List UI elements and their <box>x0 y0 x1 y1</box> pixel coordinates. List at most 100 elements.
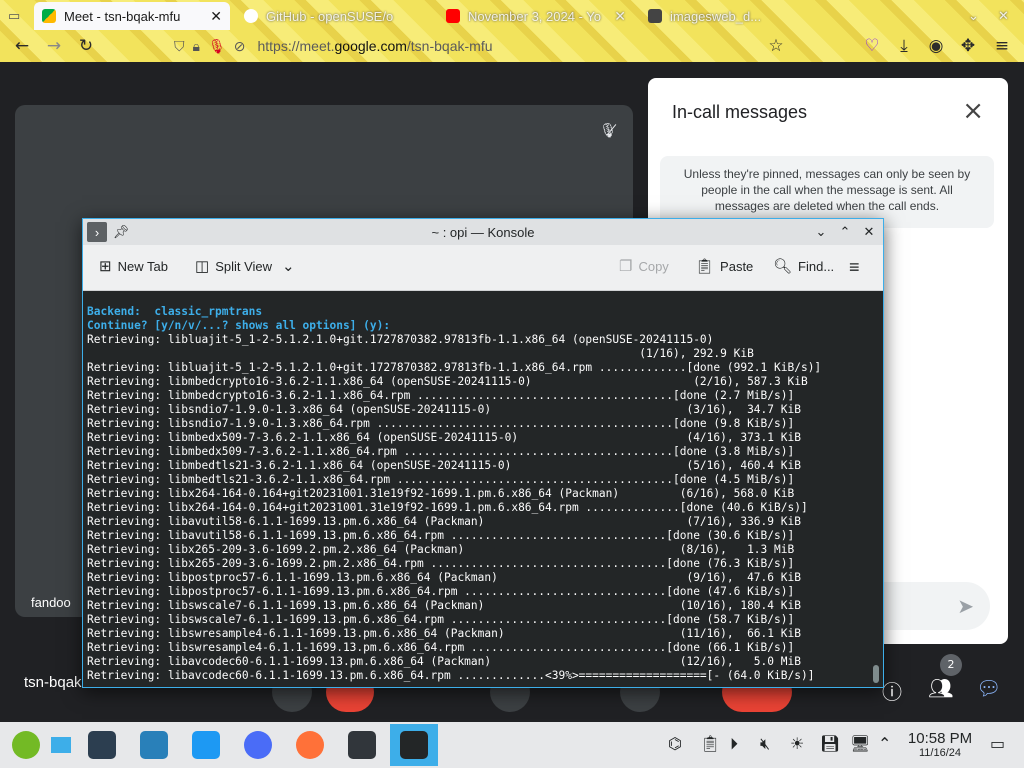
terminal-line: Retrieving: libsndio7-1.9.0-1.3.x86_64 (… <box>87 403 801 416</box>
tab-title: Meet - tsn-bqak-mfu <box>64 8 181 24</box>
volume-muted-icon[interactable]: 🔇︎ <box>760 734 770 754</box>
close-window-icon[interactable]: ✕ <box>859 222 879 242</box>
task-screenshot[interactable] <box>338 724 386 766</box>
konsole-titlebar[interactable]: › 📌︎ ~ : opi — Konsole ⌄ ⌃ ✕ <box>83 219 883 245</box>
account-icon[interactable]: ◉ <box>920 31 952 61</box>
url-bar[interactable]: ⛉ 🔒︎ 🎙︎ ⊘ https://meet.google.com/tsn-bq… <box>166 33 786 59</box>
network-icon[interactable]: ⌬ <box>668 734 682 753</box>
tab-images[interactable]: imagesweb_d... <box>640 2 820 30</box>
terminal-line: Retrieving: libsndio7-1.9.0-1.3.x86_64.r… <box>87 417 795 430</box>
konsole-window[interactable]: › 📌︎ ~ : opi — Konsole ⌄ ⌃ ✕ ⊞ New Tab ◫… <box>82 218 884 688</box>
new-tab-button[interactable]: ⊞ New Tab <box>99 257 168 275</box>
task-konsole[interactable] <box>390 724 438 766</box>
terminal-line: Retrieving: libswresample4-6.1.1-1699.13… <box>87 627 801 640</box>
new-tab-label: New Tab <box>117 258 168 274</box>
clock-date: 11/16/24 <box>918 747 961 759</box>
participant-name: fandoo <box>31 595 71 610</box>
terminal-line: Retrieving: libmbedx509-7-3.6.2-1.1.x86_… <box>87 445 795 458</box>
terminal-line: Retrieving: libmbedtls21-3.6.2-1.1.x86_6… <box>87 473 795 486</box>
tab-meet[interactable]: Meet - tsn-bqak-mfu ✕ <box>34 2 230 30</box>
terminal-scrollbar[interactable] <box>873 293 879 687</box>
paste-icon: 📋︎ <box>695 258 715 275</box>
microphone-icon[interactable]: 🎙︎ <box>208 38 226 55</box>
save-icon[interactable]: 💾︎ <box>820 734 840 753</box>
browser-toolbar-area: ▭ Meet - tsn-bqak-mfu ✕ GitHub - openSUS… <box>0 0 1024 62</box>
downloads-icon[interactable]: ⤓ <box>888 31 920 61</box>
settings-app-icon <box>88 731 116 759</box>
desktop-pager[interactable] <box>48 724 74 766</box>
tab-list-button[interactable]: ▭ <box>0 2 32 30</box>
terminal-line: Retrieving: libpostproc57-6.1.1-1699.13.… <box>87 571 801 584</box>
window-close-icon[interactable]: ✕ <box>990 2 1024 30</box>
people-icon[interactable]: 👥︎ <box>928 676 953 700</box>
terminal-line: Retrieving: libx264-164-0.164+git2023100… <box>87 501 808 514</box>
menu-icon[interactable]: ≡ <box>986 31 1018 61</box>
tab-youtube[interactable]: November 3, 2024 - Yo ✕ <box>438 2 634 30</box>
pocket-icon[interactable]: ♡ <box>856 31 888 61</box>
maximize-icon[interactable]: ⌃ <box>835 222 855 242</box>
list-all-tabs-icon[interactable]: ⌄ <box>960 2 990 30</box>
task-firefox[interactable] <box>286 724 334 766</box>
terminal-line: Continue? [y/n/v/...? shows all options]… <box>87 319 391 332</box>
forward-arrow-icon[interactable]: → <box>38 31 70 61</box>
meet-favicon <box>42 9 56 23</box>
send-icon[interactable]: ➤ <box>957 594 974 618</box>
youtube-favicon <box>446 9 460 23</box>
task-dolphin[interactable] <box>182 724 230 766</box>
hamburger-menu-icon[interactable]: ≡ <box>849 257 860 278</box>
pager-icon <box>51 737 71 753</box>
permissions-icon[interactable]: ⊘ <box>234 38 246 55</box>
lock-icon[interactable]: 🔒︎ <box>193 38 200 55</box>
media-player-icon[interactable]: ⏵ <box>730 734 738 754</box>
bookmark-star-icon[interactable]: ☆ <box>760 31 792 61</box>
clipboard-icon[interactable]: 📋︎ <box>700 734 720 753</box>
extensions-icon[interactable]: ✥ <box>952 31 984 61</box>
shield-icon[interactable]: ⛉ <box>174 38 185 55</box>
clock[interactable]: 10:58 PM 11/16/24 <box>902 730 978 759</box>
task-discover[interactable] <box>130 724 178 766</box>
display-icon[interactable]: 🖥︎ <box>850 734 870 753</box>
back-arrow-icon[interactable]: ← <box>6 31 38 61</box>
url-text[interactable]: https://meet.google.com/tsn-bqak-mfu <box>257 38 492 54</box>
copy-button[interactable]: ❐ Copy <box>619 257 669 275</box>
application-launcher[interactable] <box>2 724 50 766</box>
info-icon[interactable]: ⓘ <box>882 676 902 705</box>
tab-title: imagesweb_d... <box>670 8 762 24</box>
brightness-icon[interactable]: ☀ <box>790 734 804 753</box>
window-title: ~ : opi — Konsole <box>431 224 535 240</box>
copy-label: Copy <box>638 258 669 274</box>
show-desktop-icon[interactable]: ▭ <box>990 734 1005 753</box>
task-settings[interactable] <box>78 724 126 766</box>
close-tab-icon[interactable]: ✕ <box>210 8 222 25</box>
tab-github[interactable]: GitHub - openSUSE/o <box>236 2 436 30</box>
nav-bar: ← → ↻ ⛉ 🔒︎ 🎙︎ ⊘ https://meet.google.com/… <box>0 30 1024 62</box>
scrollbar-thumb[interactable] <box>873 665 879 683</box>
terminal-line: Retrieving: libavcodec60-6.1.1-1699.13.p… <box>87 669 815 682</box>
opensuse-logo-icon <box>12 731 40 759</box>
split-view-button[interactable]: ◫ Split View ⌄ <box>195 257 295 275</box>
terminal-line: Retrieving: libx264-164-0.164+git2023100… <box>87 487 795 500</box>
terminal-line: Retrieving: libswscale7-6.1.1-1699.13.pm… <box>87 613 795 626</box>
task-firefox-dev[interactable] <box>234 724 282 766</box>
mic-off-icon: 🎙︎̸ <box>599 123 617 139</box>
firefox-dev-icon <box>244 731 272 759</box>
chat-icon[interactable]: 💬︎ <box>976 676 1001 700</box>
konsole-app-icon <box>400 731 428 759</box>
terminal-line: Retrieving: libluajit-5_1-2-5.1.2.1.0+gi… <box>87 333 714 346</box>
terminal-line: Retrieving: libavutil58-6.1.1-1699.13.pm… <box>87 515 801 528</box>
close-icon[interactable]: × <box>962 98 984 124</box>
split-view-icon: ◫ <box>195 258 210 275</box>
close-tab-icon[interactable]: ✕ <box>614 8 626 25</box>
copy-icon: ❐ <box>619 258 633 275</box>
find-button[interactable]: 🔍︎ Find... <box>773 257 834 275</box>
search-icon: 🔍︎ <box>773 258 793 275</box>
discover-app-icon <box>140 731 168 759</box>
tray-expand-icon[interactable]: ⌃ <box>878 734 891 753</box>
paste-button[interactable]: 📋︎ Paste <box>695 257 753 275</box>
terminal-line: Retrieving: libswresample4-6.1.1-1699.13… <box>87 641 795 654</box>
minimize-icon[interactable]: ⌄ <box>811 222 831 242</box>
reload-icon[interactable]: ↻ <box>70 31 102 61</box>
terminal-line: Retrieving: libmbedcrypto16-3.6.2-1.1.x8… <box>87 375 808 388</box>
terminal-line: Retrieving: libavutil58-6.1.1-1699.13.pm… <box>87 529 795 542</box>
terminal-output[interactable]: Backend: classic_rpmtrans Continue? [y/n/… <box>83 291 873 687</box>
